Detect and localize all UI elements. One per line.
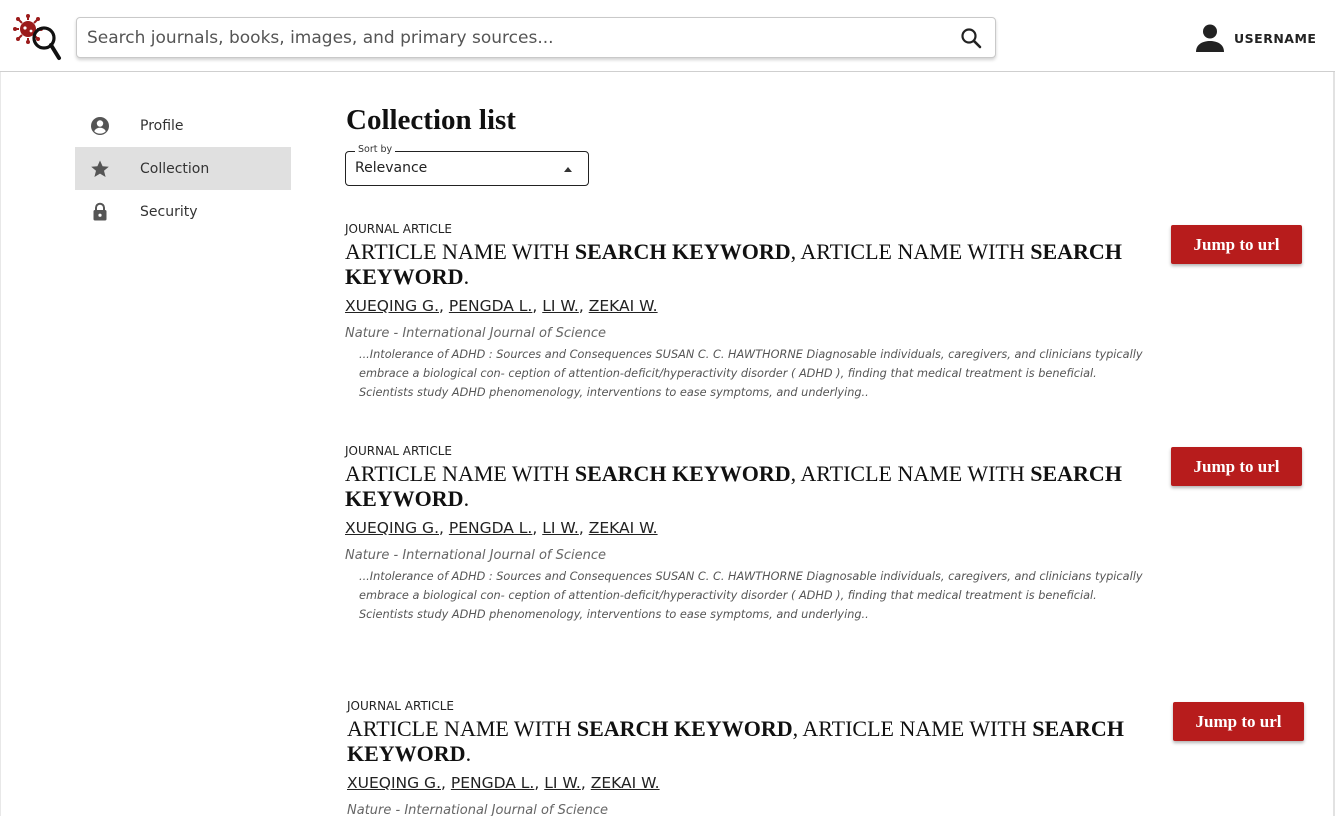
author-link[interactable]: LI W.	[542, 297, 579, 315]
account-circle-icon	[91, 116, 109, 135]
sidebar-item-profile[interactable]: Profile	[75, 104, 291, 147]
caret-up-icon	[564, 167, 572, 172]
lock-icon	[93, 202, 107, 220]
user-menu[interactable]: USERNAME	[1194, 22, 1316, 54]
jump-to-url-button[interactable]: Jump to url	[1173, 702, 1304, 741]
person-icon	[1196, 24, 1224, 52]
jump-to-url-button[interactable]: Jump to url	[1171, 225, 1302, 264]
article-type: JOURNAL ARTICLE	[345, 222, 452, 236]
search-input[interactable]	[87, 18, 947, 57]
username-label: USERNAME	[1234, 30, 1317, 46]
article-snippet: ...Intolerance of ADHD : Sources and Con…	[359, 348, 1143, 399]
author-link[interactable]: LI W.	[544, 774, 581, 792]
article-title-keyword: SEARCH KEYWORD	[574, 239, 791, 264]
author-link[interactable]: ZEKAI W.	[589, 519, 658, 537]
article-title-text: , ARTICLE NAME WITH	[792, 716, 1033, 741]
article-title-text: ARTICLE NAME WITH	[345, 239, 575, 264]
article-title-text: .	[465, 741, 472, 766]
sidebar-item-collection[interactable]: Collection	[75, 147, 291, 190]
sidebar-item-label: Collection	[140, 160, 210, 177]
virus-magnifier-logo[interactable]	[12, 14, 62, 62]
author-link[interactable]: PENGDA L.	[451, 774, 535, 792]
article-title-text: ARTICLE NAME WITH	[345, 461, 575, 486]
article-card: JOURNAL ARTICLE ARTICLE NAME WITH SEARCH…	[345, 222, 1305, 402]
article-title-keyword: SEARCH KEYWORD	[576, 716, 793, 741]
article-title-keyword: SEARCH KEYWORD	[574, 461, 791, 486]
sidebar-item-security[interactable]: Security	[75, 190, 291, 233]
top-app-bar: USERNAME	[0, 0, 1335, 72]
author-link[interactable]: ZEKAI W.	[589, 297, 658, 315]
author-link[interactable]: ZEKAI W.	[591, 774, 660, 792]
article-title-text: .	[463, 264, 470, 289]
sidebar-nav: Profile Collection Security	[75, 104, 291, 233]
author-link[interactable]: PENGDA L.	[449, 519, 533, 537]
article-journal: Nature - International Journal of Scienc…	[345, 326, 607, 341]
jump-to-url-button[interactable]: Jump to url	[1171, 447, 1302, 486]
star-icon	[91, 160, 109, 177]
author-link[interactable]: XUEQING G.	[345, 297, 439, 315]
search-bar[interactable]	[76, 17, 996, 58]
article-snippet: ...Intolerance of ADHD : Sources and Con…	[359, 570, 1143, 621]
article-authors: XUEQING G., PENGDA L., LI W., ZEKAI W.	[347, 774, 660, 792]
sort-by-value: Relevance	[355, 160, 428, 176]
sidebar-item-label: Security	[140, 203, 198, 220]
sort-by-select[interactable]: Sort by Relevance	[345, 144, 589, 186]
page-left-border	[0, 72, 1, 816]
article-journal: Nature - International Journal of Scienc…	[347, 803, 609, 816]
article-card: JOURNAL ARTICLE ARTICLE NAME WITH SEARCH…	[347, 699, 1307, 816]
author-link[interactable]: XUEQING G.	[347, 774, 441, 792]
article-title[interactable]: ARTICLE NAME WITH SEARCH KEYWORD, ARTICL…	[347, 716, 1127, 766]
page-title: Collection list	[346, 104, 516, 136]
article-authors: XUEQING G., PENGDA L., LI W., ZEKAI W.	[345, 519, 658, 537]
article-title-text: , ARTICLE NAME WITH	[790, 239, 1031, 264]
author-link[interactable]: PENGDA L.	[449, 297, 533, 315]
article-title-text: .	[463, 486, 470, 511]
article-type: JOURNAL ARTICLE	[347, 699, 454, 713]
article-title-text: , ARTICLE NAME WITH	[790, 461, 1031, 486]
article-title[interactable]: ARTICLE NAME WITH SEARCH KEYWORD, ARTICL…	[345, 239, 1125, 289]
article-journal: Nature - International Journal of Scienc…	[345, 548, 607, 563]
sidebar-item-label: Profile	[140, 117, 184, 134]
article-card: JOURNAL ARTICLE ARTICLE NAME WITH SEARCH…	[345, 444, 1305, 624]
article-authors: XUEQING G., PENGDA L., LI W., ZEKAI W.	[345, 297, 658, 315]
article-title[interactable]: ARTICLE NAME WITH SEARCH KEYWORD, ARTICL…	[345, 461, 1125, 511]
author-link[interactable]: LI W.	[542, 519, 579, 537]
author-link[interactable]: XUEQING G.	[345, 519, 439, 537]
article-title-text: ARTICLE NAME WITH	[347, 716, 577, 741]
search-icon[interactable]	[959, 26, 983, 50]
article-type: JOURNAL ARTICLE	[345, 444, 452, 458]
sort-by-label: Sort by	[355, 144, 396, 155]
